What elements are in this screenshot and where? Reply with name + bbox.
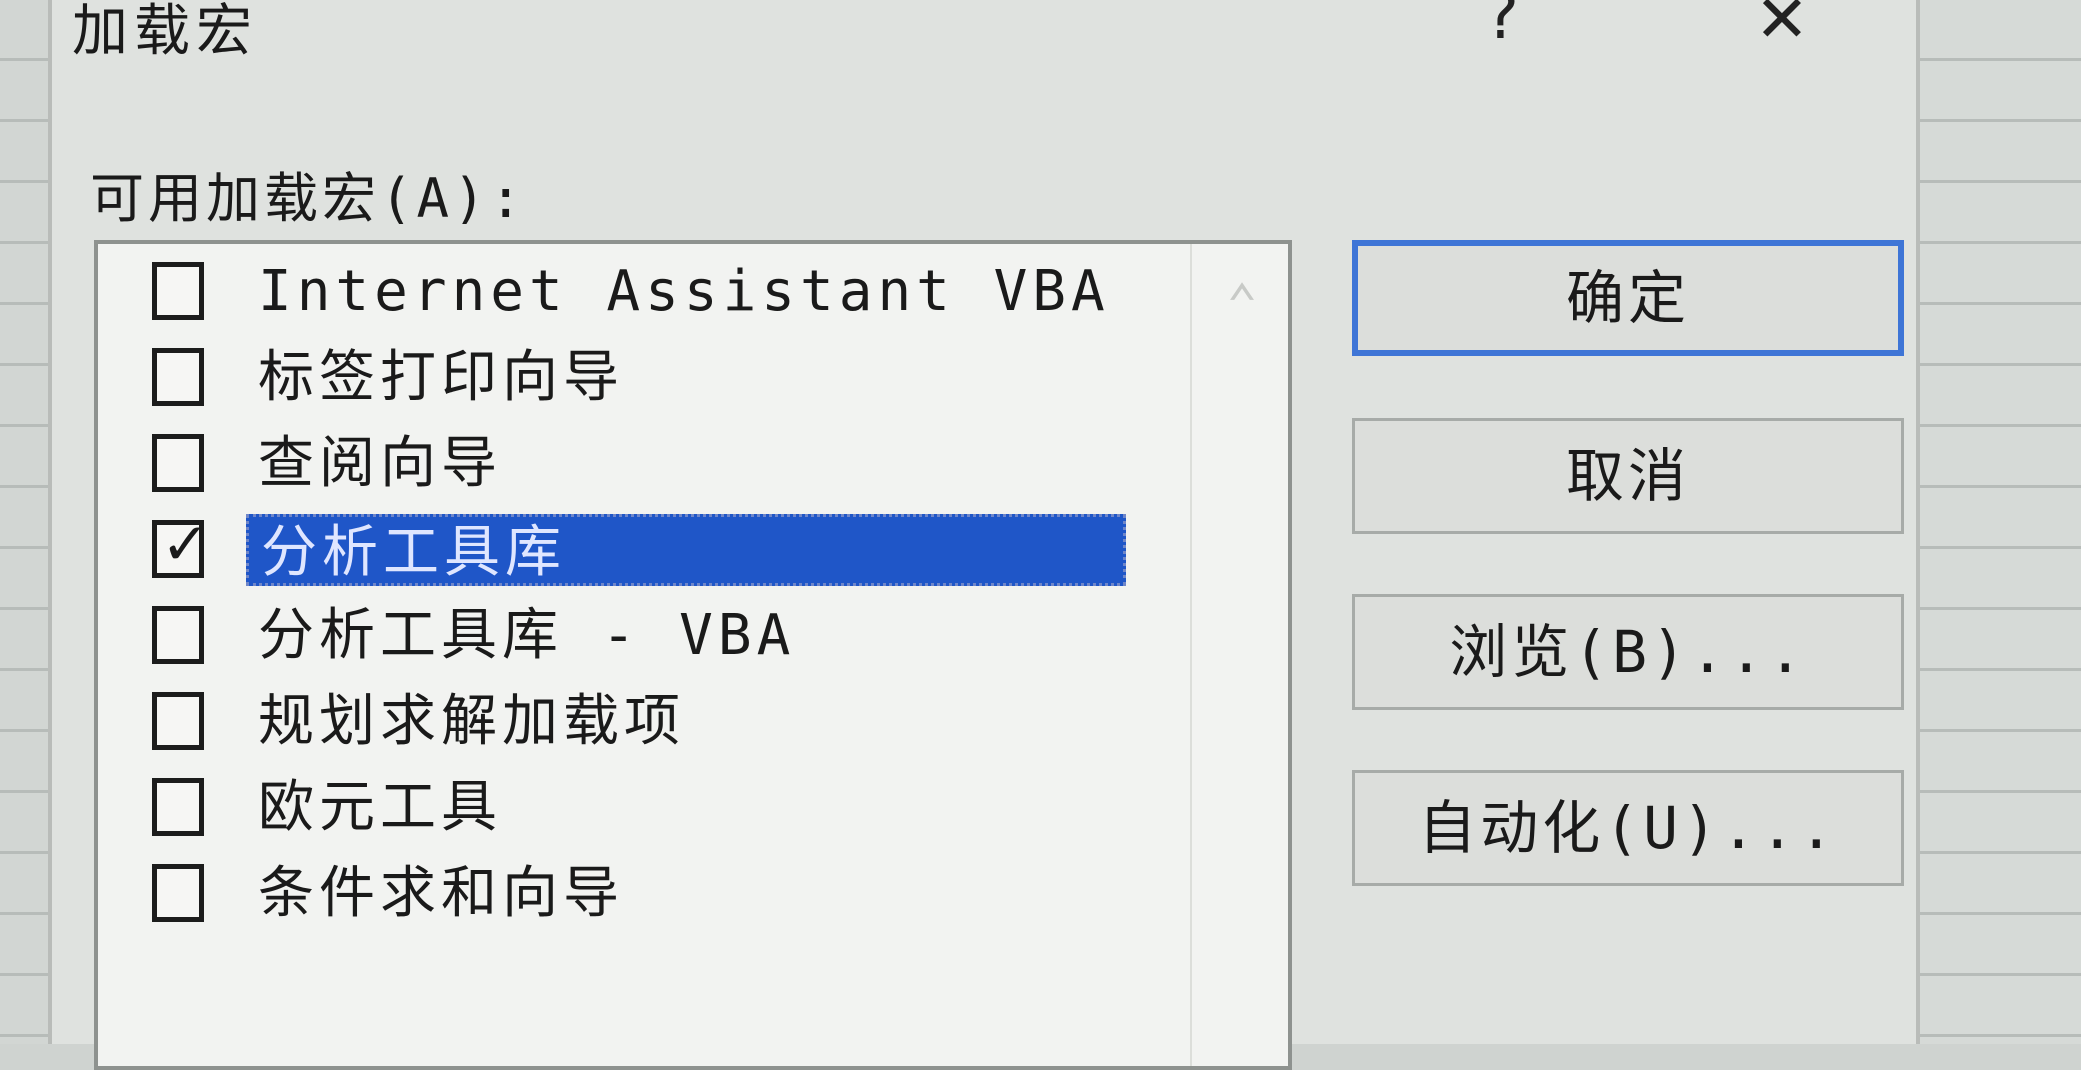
list-item-label: 标签打印向导 (258, 345, 624, 410)
chevron-up-icon[interactable]: ⌃ (1206, 274, 1278, 334)
list-item[interactable]: 查阅向导 (98, 428, 1218, 510)
dialog-title: 加载宏 (72, 0, 258, 64)
list-item[interactable]: ✓ 分析工具库 (98, 514, 1218, 596)
checkbox[interactable]: ✓ (152, 515, 210, 578)
list-item[interactable]: 规划求解加载项 (98, 686, 1218, 768)
list-item[interactable]: Internet Assistant VBA (98, 256, 1218, 338)
cancel-button[interactable]: 取消 (1352, 418, 1904, 534)
list-item-label: 条件求和向导 (258, 861, 624, 926)
list-item-label: 分析工具库 (246, 514, 1126, 586)
addins-list: Internet Assistant VBA 标签打印向导 查阅向导 ✓ 分析工… (98, 256, 1218, 944)
automation-button[interactable]: 自动化(U)... (1352, 770, 1904, 886)
checkbox[interactable] (152, 778, 204, 836)
addins-listbox[interactable]: Internet Assistant VBA 标签打印向导 查阅向导 ✓ 分析工… (94, 240, 1292, 1070)
checkbox[interactable] (152, 692, 204, 750)
list-item[interactable]: 条件求和向导 (98, 858, 1218, 940)
list-item-label: 规划求解加载项 (258, 689, 685, 754)
spreadsheet-background-right (1920, 0, 2081, 1044)
checkbox[interactable] (152, 606, 204, 664)
list-item-label: Internet Assistant VBA (258, 259, 1110, 324)
check-icon: ✓ (161, 510, 210, 578)
close-icon[interactable]: ✕ (1742, 0, 1822, 54)
scrollbar[interactable] (1190, 244, 1288, 1066)
available-addins-label: 可用加载宏(A): (90, 167, 527, 230)
help-icon[interactable]: ? (1482, 0, 1521, 54)
spreadsheet-background-left (0, 0, 48, 1044)
ok-button[interactable]: 确定 (1352, 240, 1904, 356)
list-item-label: 分析工具库 - VBA (258, 603, 796, 668)
addins-dialog: 加载宏 ? ✕ 可用加载宏(A): Internet Assistant VBA… (48, 0, 1920, 1070)
list-item-label: 查阅向导 (258, 431, 502, 496)
list-item[interactable]: 分析工具库 - VBA (98, 600, 1218, 682)
checkbox[interactable] (152, 434, 204, 492)
checkbox[interactable] (152, 262, 204, 320)
list-item-label: 欧元工具 (258, 775, 502, 840)
checkbox[interactable] (152, 864, 204, 922)
list-item[interactable]: 欧元工具 (98, 772, 1218, 854)
list-item[interactable]: 标签打印向导 (98, 342, 1218, 424)
browse-button[interactable]: 浏览(B)... (1352, 594, 1904, 710)
checkbox[interactable] (152, 348, 204, 406)
